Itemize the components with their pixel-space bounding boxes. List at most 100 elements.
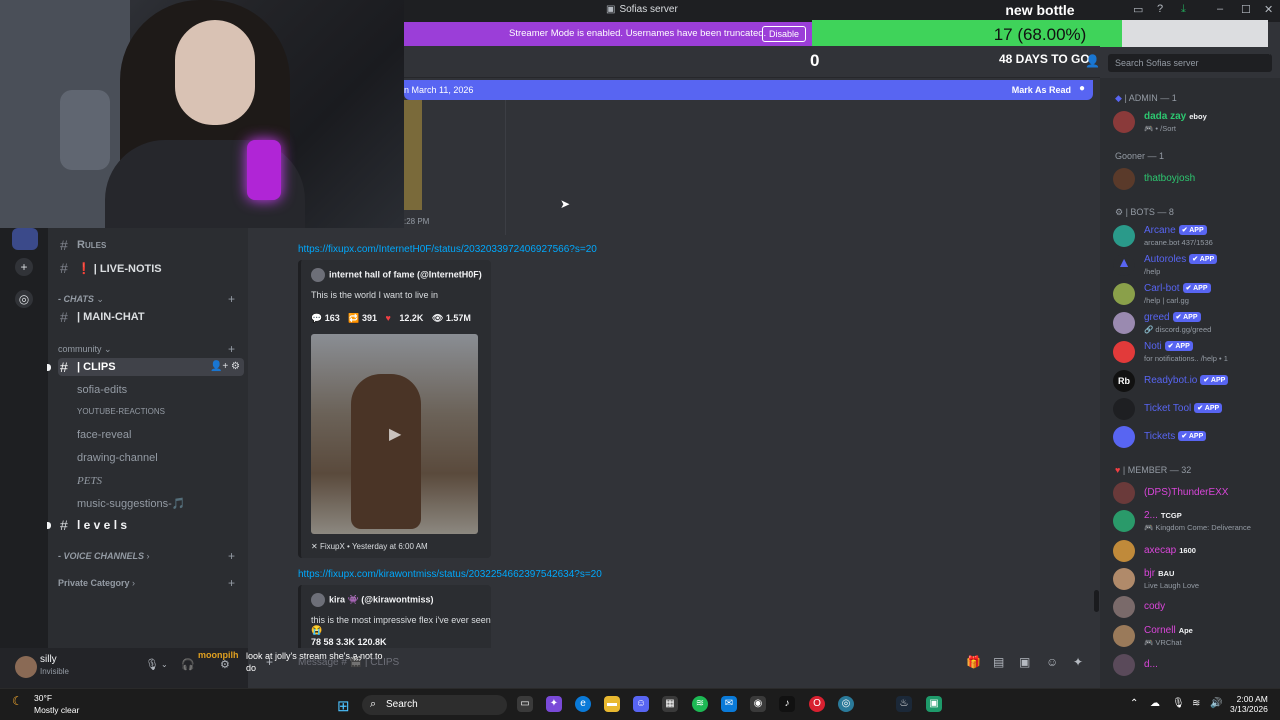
category-community[interactable]: community ⌄ + [58, 342, 235, 356]
category-chats[interactable]: - CHATS ⌄ + [58, 292, 235, 306]
category-voice-channels[interactable]: - VOICE CHANNELS › + [58, 549, 235, 563]
member-item[interactable]: dada zay eboy 🎮 • /Sort [1113, 109, 1278, 135]
inbox-icon[interactable]: ▭ [1133, 3, 1143, 16]
gif-icon[interactable]: ▤ [993, 655, 1004, 669]
avatar [1113, 625, 1135, 647]
add-channel-icon[interactable]: + [228, 292, 235, 306]
explore-icon[interactable]: ◎ [15, 290, 33, 308]
app-icon[interactable]: ◎ [838, 696, 854, 712]
chevron-down-icon[interactable]: ⌄ [161, 660, 168, 669]
channel-music-suggestions[interactable]: music-suggestions-🎵 [58, 494, 244, 512]
add-attachment-icon[interactable]: + [266, 655, 273, 669]
add-channel-icon[interactable]: + [228, 549, 235, 563]
new-messages-bar[interactable]: n March 11, 2026 Mark As Read ● [404, 80, 1093, 100]
edge-icon[interactable]: e [575, 696, 591, 712]
weather-moon-icon[interactable]: ☾ [12, 694, 23, 708]
channel-settings-icon[interactable]: 👤+ ⚙ [210, 361, 240, 372]
view-count: 👁 1.57M [431, 313, 471, 323]
emoji-icon[interactable]: ☺ [1046, 655, 1058, 669]
opera-icon[interactable]: O [809, 696, 825, 712]
sticker-icon[interactable]: ▣ [1019, 655, 1030, 669]
steam-icon[interactable]: ♨ [896, 696, 912, 712]
member-item[interactable]: d... [1113, 652, 1278, 678]
wifi-icon[interactable]: ≋ [1192, 698, 1200, 709]
volume-icon[interactable]: 🔊 [1210, 698, 1222, 709]
member-item[interactable]: Rb Readybot.io ✔ APP [1113, 368, 1278, 394]
spotify-icon[interactable]: ≋ [692, 696, 708, 712]
copilot-icon[interactable]: ✦ [546, 696, 562, 712]
member-item[interactable]: (DPS)ThunderEXX [1113, 480, 1278, 506]
member-item[interactable]: Cornell Ape 🎮 VRChat [1113, 623, 1278, 649]
embed-video[interactable]: ▶ [311, 334, 478, 534]
channel-header [404, 46, 1100, 78]
task-view-icon[interactable]: ▭ [517, 696, 533, 712]
app-icon[interactable]: ◉ [750, 696, 766, 712]
add-server-icon[interactable]: + [15, 258, 33, 276]
channel-clips[interactable]: # | CLIPS 👤+ ⚙ [47, 358, 244, 376]
member-item[interactable]: bjr BAU Live Laugh Love [1113, 566, 1278, 592]
chevron-up-icon[interactable]: ⌃ [1130, 698, 1138, 709]
help-icon[interactable]: ? [1157, 3, 1163, 15]
channel-rules[interactable]: # Rules [58, 236, 244, 254]
download-icon[interactable]: ⤓ [1181, 3, 1186, 16]
store-icon[interactable]: ▦ [662, 696, 678, 712]
minimize-icon[interactable]: – [1217, 3, 1223, 15]
taskbar-search[interactable]: ⌕ Search [362, 695, 507, 715]
message-timestamp: :28 PM [404, 217, 430, 226]
obs-icon[interactable]: ▣ [926, 696, 942, 712]
member-item[interactable]: cody [1113, 594, 1278, 620]
member-item[interactable]: Tickets ✔ APP [1113, 424, 1278, 450]
member-item[interactable]: 2... TCGP 🎮 Kingdom Come: Deliverance [1113, 508, 1278, 534]
mark-as-read-button[interactable]: Mark As Read [1012, 85, 1071, 95]
discord-icon[interactable]: ☺ [633, 696, 649, 712]
member-item[interactable]: Carl-bot ✔ APP/help | carl.gg [1113, 281, 1278, 307]
headphones-icon[interactable]: 🎧 [181, 658, 195, 671]
avatar [1113, 568, 1135, 590]
avatar[interactable] [15, 656, 37, 678]
image-attachment[interactable] [404, 100, 422, 210]
scrollbar[interactable] [1094, 590, 1099, 612]
channel-sofia-edits[interactable]: sofia-edits [58, 381, 244, 399]
member-item[interactable]: greed ✔ APP 🔗 discord.gg/greed [1113, 310, 1278, 336]
channel-face-reveal[interactable]: face-reveal [58, 426, 244, 444]
add-channel-icon[interactable]: + [228, 576, 235, 590]
search-icon: ⌕ [370, 698, 377, 710]
maximize-icon[interactable]: ☐ [1241, 3, 1251, 16]
message-link[interactable]: https://fixupx.com/kirawontmiss/status/2… [298, 569, 602, 580]
close-icon[interactable]: ✕ [1264, 3, 1273, 16]
play-icon[interactable]: ▶ [389, 424, 401, 444]
member-item[interactable]: Ticket Tool ✔ APP [1113, 396, 1278, 422]
file-explorer-icon[interactable]: ▬ [604, 696, 620, 712]
embed-author[interactable]: kira 👾 (@kirawontmiss) [311, 593, 434, 607]
member-item[interactable]: ▲ Autoroles ✔ APP/help [1113, 252, 1278, 278]
category-private[interactable]: Private Category › + [58, 576, 235, 590]
channel-drawing-channel[interactable]: drawing-channel [58, 449, 244, 467]
message-link[interactable]: https://fixupx.com/InternetH0F/status/20… [298, 244, 597, 255]
mail-icon[interactable]: ✉ [721, 696, 737, 712]
channel-youtube-reactions[interactable]: YOUTUBE-REACTIONS [58, 404, 244, 422]
member-item[interactable]: Arcane ✔ APP arcane.bot 437/1536 [1113, 223, 1278, 249]
channel-levels[interactable]: # l e v e l s [47, 516, 244, 534]
network-icon[interactable]: ☁ [1150, 698, 1160, 709]
microphone-icon[interactable]: 🎙 [145, 658, 159, 671]
member-item[interactable]: axecap 1600 [1113, 538, 1278, 564]
server-icon-button[interactable] [12, 228, 38, 250]
channel-live-notis[interactable]: # ❗ | LIVE-NOTIS [58, 259, 244, 277]
disable-streamer-button[interactable]: Disable [762, 26, 806, 42]
weather-condition: Mostly clear [34, 705, 80, 715]
search-input[interactable]: Search Sofias server [1108, 54, 1272, 72]
channel-main-chat[interactable]: # | MAIN-CHAT [58, 308, 244, 326]
clock[interactable]: 2:00 AM 3/13/2026 [1230, 694, 1268, 714]
message-composer[interactable]: + Message # 🎬 | CLIPS 🎁 ▤ ▣ ☺ ✦ [248, 652, 1100, 676]
member-item[interactable]: thatboyjosh [1113, 166, 1278, 192]
member-list-icon[interactable]: 👤 [1085, 54, 1100, 68]
gift-icon[interactable]: 🎁 [966, 655, 981, 669]
channel-pets[interactable]: PETS [58, 472, 244, 490]
member-item[interactable]: Noti ✔ APP for notifications.. /help • 1 [1113, 339, 1278, 365]
embed-author[interactable]: internet hall of fame (@InternetH0F) [311, 268, 482, 282]
add-channel-icon[interactable]: + [228, 342, 235, 356]
apps-icon[interactable]: ✦ [1073, 655, 1083, 669]
mic-tray-icon[interactable]: 🎙 [1172, 698, 1185, 709]
tiktok-icon[interactable]: ♪ [779, 696, 795, 712]
windows-start-icon[interactable]: ⊞ [337, 697, 350, 715]
